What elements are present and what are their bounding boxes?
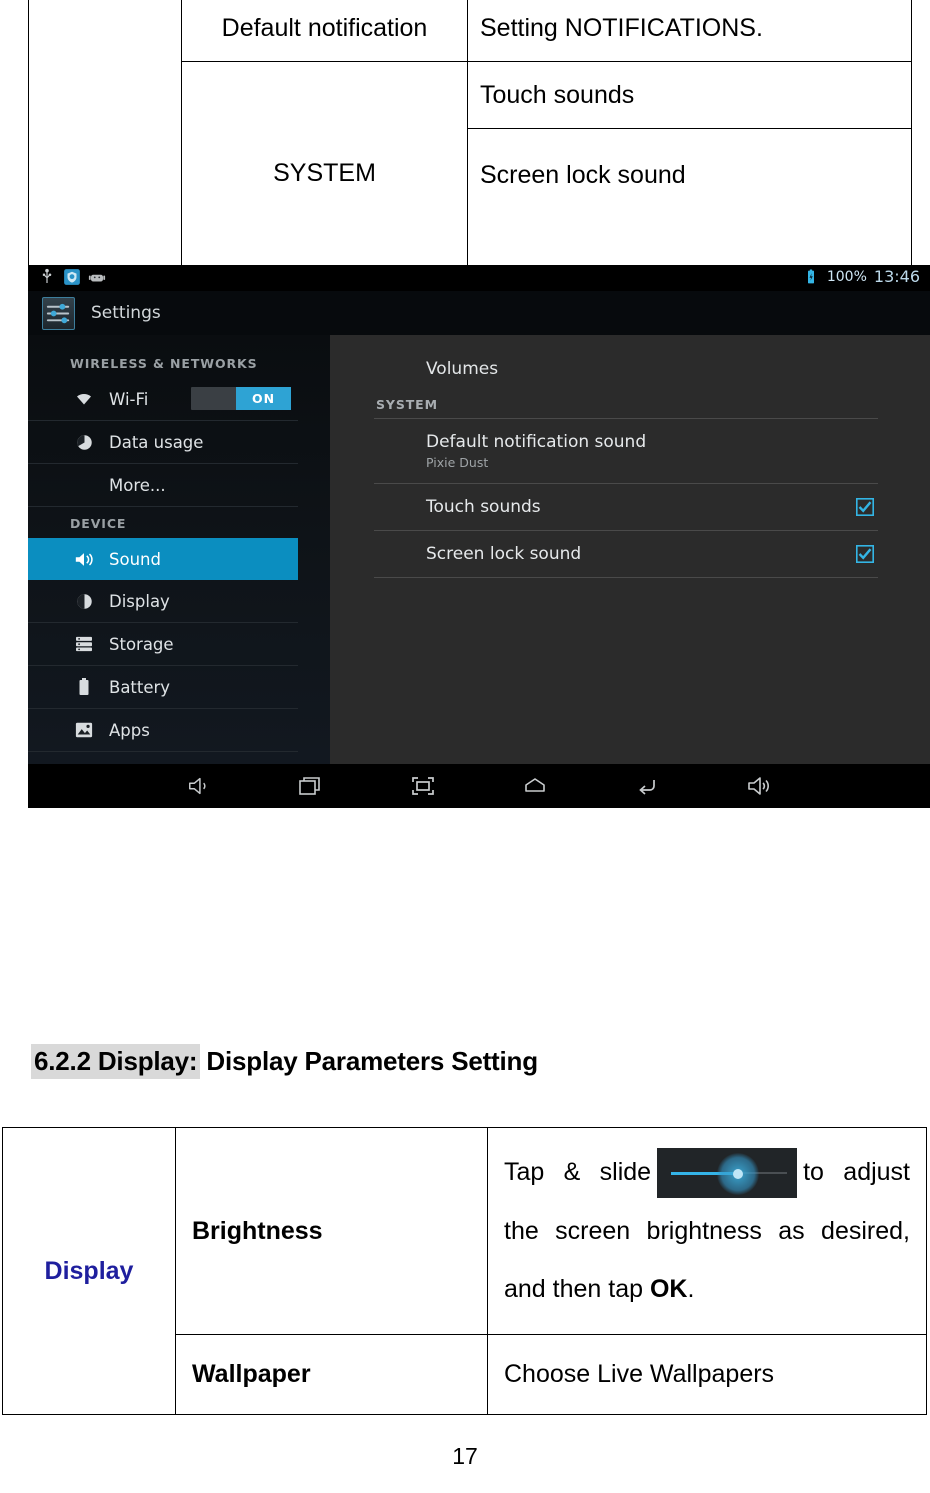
divider <box>374 577 878 578</box>
section-title: Display Parameters Setting <box>206 1046 538 1076</box>
section-heading: 6.2.2 Display: Display Parameters Setting <box>31 1044 538 1079</box>
sidebar-group-device-label: DEVICE <box>70 516 127 531</box>
sidebar-item-label: Apps <box>109 720 150 740</box>
detail-row-touch-sounds[interactable]: Touch sounds <box>330 484 930 530</box>
sound-settings-table: Default notification Setting NOTIFICATIO… <box>28 0 912 286</box>
sound-icon <box>73 551 95 568</box>
settings-sidebar: WIRELESS & NETWORKS Wi-Fi ON Data usage … <box>28 335 330 764</box>
table-row: Display Brightness Tap & slide to adjust … <box>2 1127 927 1415</box>
status-bar-left-icons <box>38 268 106 286</box>
storage-icon <box>73 636 95 652</box>
app-title: Settings <box>91 303 161 323</box>
detail-row-default-notification-sound[interactable]: Default notification sound Pixie Dust <box>330 419 930 483</box>
sidebar-item-label: Wi-Fi <box>109 389 149 409</box>
detail-row-screen-lock-sound[interactable]: Screen lock sound <box>330 531 930 577</box>
settings-panes: WIRELESS & NETWORKS Wi-Fi ON Data usage … <box>28 335 930 764</box>
display-desc-wallpaper: Choose Live Wallpapers <box>487 1334 927 1415</box>
detail-group-system-label: SYSTEM <box>376 397 438 412</box>
screenshot-icon[interactable] <box>406 771 440 801</box>
status-bar-clock: 13:46 <box>873 267 920 286</box>
volume-down-icon[interactable] <box>182 771 216 801</box>
sidebar-item-label: Storage <box>109 634 174 654</box>
brightness-desc-ok: OK <box>649 1275 688 1304</box>
wifi-toggle[interactable]: ON <box>191 387 291 410</box>
brightness-slider-image <box>657 1148 798 1199</box>
battery-percent-label: 100% <box>826 268 867 285</box>
sidebar-item-more[interactable]: More... <box>28 464 298 507</box>
status-bar-right: 100% 13:46 <box>802 267 920 286</box>
display-category-cell: Display <box>2 1127 176 1415</box>
action-bar: Settings <box>28 291 930 337</box>
home-icon[interactable] <box>518 771 552 801</box>
settings-detail-pane: Volumes SYSTEM Default notification soun… <box>330 335 930 764</box>
navigation-bar <box>28 764 930 808</box>
sidebar-item-label: More... <box>109 475 166 495</box>
sound-item-system: SYSTEM <box>181 61 468 286</box>
detail-row-title: Touch sounds <box>426 497 541 517</box>
sidebar-group-wireless-label: WIRELESS & NETWORKS <box>70 356 258 371</box>
back-icon[interactable] <box>630 771 664 801</box>
status-bar: 100% 13:46 <box>28 265 930 291</box>
display-item-wallpaper: Wallpaper <box>175 1334 488 1415</box>
table-row: Default notification Setting NOTIFICATIO… <box>28 0 912 286</box>
sound-item-default-notification: Default notification <box>181 0 468 62</box>
brightness-desc-before: Tap & slide <box>504 1157 652 1186</box>
sidebar-item-storage[interactable]: Storage <box>28 623 298 666</box>
touch-sounds-checkbox[interactable] <box>856 498 874 516</box>
detail-title-volumes[interactable]: Volumes <box>330 343 930 397</box>
battery-full-icon <box>807 269 814 283</box>
sound-category-cell <box>28 0 182 286</box>
detail-row-title: Default notification sound <box>426 432 647 452</box>
detail-row-title: Screen lock sound <box>426 544 582 564</box>
sidebar-item-label: Display <box>109 591 170 611</box>
sidebar-item-apps[interactable]: Apps <box>28 709 298 752</box>
display-icon <box>73 593 95 610</box>
sound-desc-touch-sounds: Touch sounds <box>467 61 912 129</box>
android-settings-screenshot: 100% 13:46 Settings WIRELESS & NETWORKS <box>28 265 930 808</box>
page-number: 17 <box>452 1443 478 1469</box>
sidebar-item-sound[interactable]: Sound <box>28 538 298 580</box>
wifi-icon <box>73 391 95 407</box>
sidebar-item-data-usage[interactable]: Data usage <box>28 421 298 464</box>
apps-icon <box>73 721 95 739</box>
sidebar-item-display[interactable]: Display <box>28 580 298 623</box>
recent-apps-icon[interactable] <box>294 771 328 801</box>
settings-sliders-icon <box>42 296 75 330</box>
android-robot-icon <box>88 274 106 282</box>
sidebar-item-label: Data usage <box>109 432 204 452</box>
shield-clock-icon <box>64 269 80 285</box>
volume-up-icon[interactable] <box>742 771 776 801</box>
battery-icon <box>73 678 95 696</box>
screen-lock-sound-checkbox[interactable] <box>856 545 874 563</box>
sidebar-item-wifi[interactable]: Wi-Fi ON <box>28 378 298 421</box>
display-desc-brightness: Tap & slide to adjust the screen brightne… <box>487 1127 927 1335</box>
section-number-label: 6.2.2 Display: <box>31 1044 201 1079</box>
sound-desc-screen-lock-sound: Screen lock sound <box>467 128 912 286</box>
display-item-brightness: Brightness <box>175 1127 488 1335</box>
usb-icon <box>42 268 52 283</box>
sidebar-item-label: Battery <box>109 677 171 697</box>
brightness-desc-end: . <box>687 1275 695 1304</box>
display-settings-table: Display Brightness Tap & slide to adjust … <box>2 1127 927 1415</box>
detail-row-subtitle: Pixie Dust <box>426 455 489 470</box>
wifi-toggle-state: ON <box>236 387 291 410</box>
sidebar-item-battery[interactable]: Battery <box>28 666 298 709</box>
sound-desc-default-notification: Setting NOTIFICATIONS. <box>467 0 912 62</box>
sidebar-item-label: Sound <box>109 549 161 569</box>
data-usage-icon <box>73 434 95 451</box>
